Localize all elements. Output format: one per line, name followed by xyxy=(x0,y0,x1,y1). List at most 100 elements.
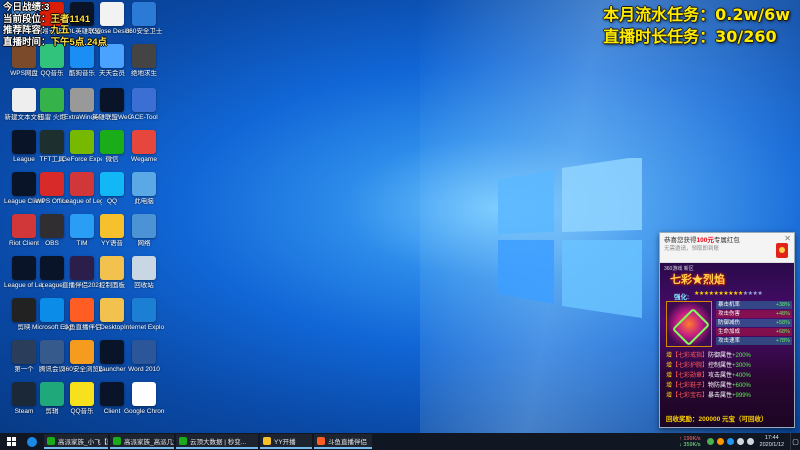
taskbar: 高派家族_小飞【网... 高派家族_高派几大... 云顶大数据 | 秒变... YY开… xyxy=(0,433,800,450)
edit-icon xyxy=(40,382,64,406)
chrome-icon xyxy=(132,382,156,406)
desktop-icon-label: 绝地求生 xyxy=(131,70,157,77)
attr-value: +200% xyxy=(732,353,751,359)
league-icon xyxy=(40,256,64,280)
desktop-icon[interactable]: 回收站 xyxy=(124,256,164,300)
today-record: 今日战绩:3 xyxy=(3,2,50,13)
stat-row: 攻击速率 +78% xyxy=(716,336,792,345)
obs-icon xyxy=(40,214,64,238)
attribute-row: 增【七彩护腕】控制属性+300% xyxy=(666,361,790,371)
ie-icon xyxy=(132,298,156,322)
yy-icon xyxy=(100,214,124,238)
task-app-icon xyxy=(179,436,187,445)
word-icon xyxy=(132,340,156,364)
stream-duration-task: 直播时长任务：30/260 xyxy=(603,27,777,46)
clock-date: 2020/1/12 xyxy=(759,441,784,448)
task-app-icon xyxy=(263,436,271,445)
attr-desc: 物防属性 xyxy=(708,383,733,389)
volume-icon[interactable] xyxy=(736,438,744,445)
desktop-icon[interactable]: Word 2010 xyxy=(124,340,164,384)
attr-item: 【七彩护腕】 xyxy=(672,363,709,369)
stat-row: 攻击伤害 +48% xyxy=(716,309,792,319)
wechat-icon xyxy=(100,130,124,154)
taskbar-task-button[interactable]: 高派家族_小飞【网... xyxy=(44,434,108,449)
desktop-icon[interactable]: 此电脑 xyxy=(124,172,164,216)
running-tasks: 高派家族_小飞【网... 高派家族_高派几大... 云顶大数据 | 秒变... YY开… xyxy=(42,434,372,449)
clock[interactable]: 17:44 2020/1/12 xyxy=(760,435,784,449)
taskbar-task-button[interactable]: YY开播 xyxy=(260,434,312,449)
popup-title: 恭喜您获得100元专属红包 xyxy=(664,237,740,244)
windows-logo xyxy=(498,158,642,318)
attr-value: +400% xyxy=(732,373,751,379)
attribute-row: 增【七彩勋章】攻击属性+400% xyxy=(666,371,790,381)
taskbar-task-button[interactable]: 云顶大数据 | 秒变... xyxy=(176,434,258,449)
network-icon xyxy=(132,214,156,238)
network-speed: ↑ 199K/s ↓ 359K/s xyxy=(679,435,701,448)
taskbar-pin-edge[interactable] xyxy=(22,433,42,450)
attr-desc: 防御属性 xyxy=(708,353,733,359)
desktop-icon-label: 此电脑 xyxy=(134,198,154,205)
riot-icon xyxy=(70,172,94,196)
attr-desc: 暴击属性 xyxy=(708,393,733,399)
attribute-row: 增【七彩鞋子】物防属性+600% xyxy=(666,381,790,391)
thunder-icon xyxy=(40,88,64,112)
stat-list: 暴击机率 +38% 攻击伤害 +48% 防御减伤 +58% 生命加成 +68% 攻击速率 +78% xyxy=(716,301,792,345)
close-icon[interactable]: ✕ xyxy=(784,234,791,243)
reward-text: 回收奖励：200000 元宝（可回收） xyxy=(666,416,768,423)
security-icon xyxy=(132,2,156,26)
edge-icon xyxy=(40,298,64,322)
taskbar-task-button[interactable]: 斗鱼直播伴侣 xyxy=(314,434,372,449)
ad-banner[interactable]: 360游戏 新区 七彩★烈焰 强化: ★★★★★★★★★★★★★★ 暴击机率 +3… xyxy=(660,263,794,427)
tim-icon xyxy=(70,214,94,238)
attr-value: +999% xyxy=(732,393,751,399)
stat-row: 生命加成 +68% xyxy=(716,327,792,337)
league-icon xyxy=(100,382,124,406)
attr-item: 【七彩鞋子】 xyxy=(672,383,709,389)
attr-item: 【七彩宝石】 xyxy=(672,393,709,399)
stat-value: +38% xyxy=(775,302,790,308)
task-label: 斗鱼直播伴侣 xyxy=(328,438,367,446)
taskbar-task-button[interactable]: 高派家族_高派几大... xyxy=(110,434,174,449)
attribute-row: 增【七彩宝石】暴击属性+999% xyxy=(666,391,790,401)
red-envelope-icon[interactable] xyxy=(776,243,788,258)
desktop-icon[interactable]: 360安全卫士 xyxy=(124,2,164,46)
stream-time: 直播时间：下午5点.24点 xyxy=(3,36,108,48)
task-app-icon xyxy=(113,436,121,445)
desktop-icon[interactable]: 网络 xyxy=(124,214,164,258)
desktop-icon[interactable]: Google Chrome xyxy=(124,382,164,426)
tray-app-icon[interactable] xyxy=(706,438,714,445)
geforce-icon xyxy=(70,130,94,154)
stat-value: +68% xyxy=(775,328,790,335)
desktop-icon[interactable]: Internet Explorer xyxy=(124,298,164,342)
windows-icon xyxy=(6,437,16,446)
desktop-icon[interactable]: ACE-Tool xyxy=(124,88,164,132)
stat-name: 攻击速率 xyxy=(718,337,741,344)
game-ad-popup[interactable]: 恭喜您获得100元专属红包 无需邀请，领取即到账 ✕ 360游戏 新区 七彩★烈… xyxy=(659,232,795,428)
wegame-icon xyxy=(132,130,156,154)
league-icon xyxy=(100,88,124,112)
network-icon[interactable] xyxy=(746,438,754,445)
start-button[interactable] xyxy=(0,433,22,450)
tray-app-icon[interactable] xyxy=(726,438,734,445)
desktop-icon[interactable]: Wegame xyxy=(124,130,164,174)
desktop-icon[interactable]: 绝地求生 xyxy=(124,44,164,88)
stat-value: +48% xyxy=(775,310,790,317)
trash-icon xyxy=(132,256,156,280)
desktop-icon-label: Word 2010 xyxy=(128,366,160,373)
app-icon xyxy=(40,340,64,364)
stat-name: 防御减伤 xyxy=(718,319,741,326)
stream-stats-overlay: 今日战绩:3 当前段位：王者1141 推荐阵容：九五 直播时间：下午5点.24点 xyxy=(3,2,107,48)
wps-icon xyxy=(40,172,64,196)
attr-item: 【七彩戒指】 xyxy=(672,353,709,359)
notification-icon[interactable]: ▢ xyxy=(790,433,800,450)
qq-icon xyxy=(100,172,124,196)
helmet-icon xyxy=(132,44,156,68)
weapon-image xyxy=(666,301,712,347)
game-logo: 七彩★烈焰 xyxy=(670,273,725,286)
desktop-icon-label: Wegame xyxy=(131,156,157,163)
tray-app-icon[interactable] xyxy=(716,438,724,445)
attr-desc: 控制属性 xyxy=(708,363,733,369)
stat-value: +58% xyxy=(775,319,790,326)
attr-value: +600% xyxy=(732,383,751,389)
clock-time: 17:44 xyxy=(764,434,779,441)
